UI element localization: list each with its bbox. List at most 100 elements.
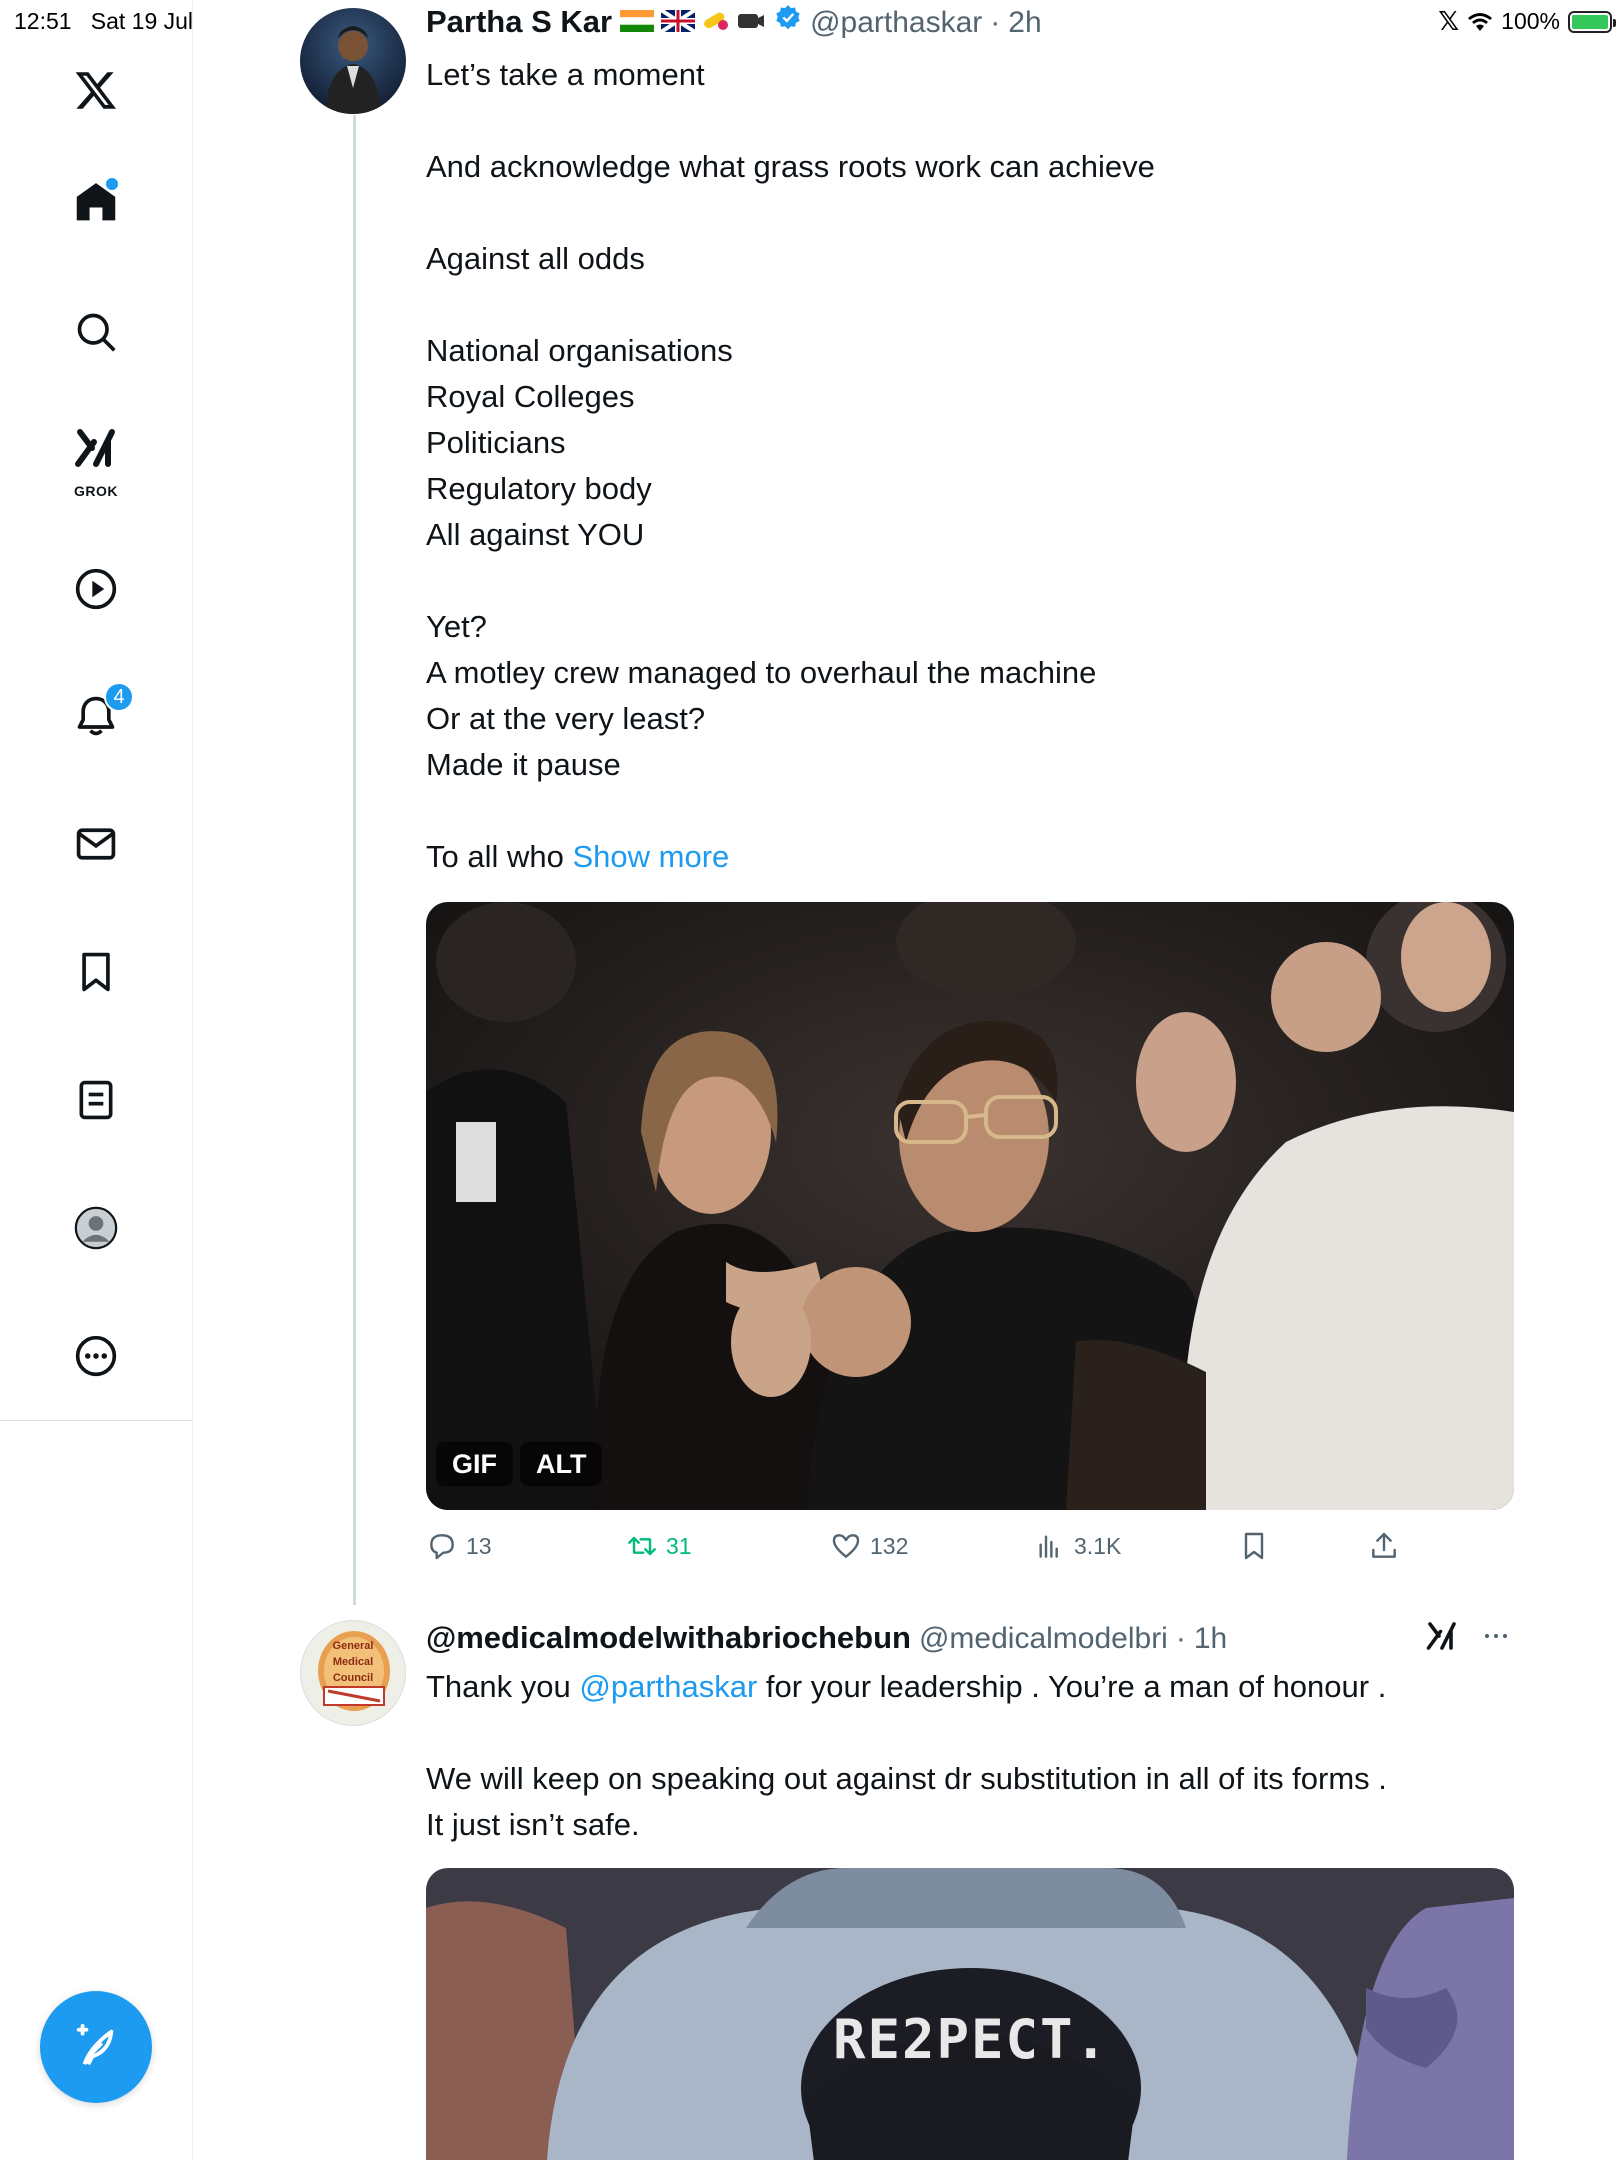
views-chart-icon <box>1039 1535 1058 1558</box>
sidebar-item-notifications[interactable]: 4 <box>66 682 134 746</box>
cap-text: RE2PECT. <box>832 2008 1110 2071</box>
views-button[interactable]: 3.1K <box>1034 1530 1121 1562</box>
status-indicators: 𝕏 100% <box>1438 6 1616 37</box>
tweet2-handle[interactable]: @medicalmodelbri <box>919 1622 1168 1656</box>
reply-icon <box>430 1534 454 1560</box>
tweet1-line <box>426 98 1506 144</box>
flag-emojis <box>620 8 766 39</box>
share-button[interactable] <box>1368 1530 1400 1562</box>
sidebar-item-video[interactable] <box>66 559 126 619</box>
profile-avatar-icon <box>74 1206 118 1250</box>
tweet1-line <box>426 788 1506 834</box>
tweet1-line: Against all odds <box>426 241 645 276</box>
tweet1-separator: · <box>990 6 1001 39</box>
list-icon <box>79 1080 113 1120</box>
more-horizontal-icon <box>1484 1633 1508 1639</box>
tweet1-handle[interactable]: @parthaskar <box>810 6 982 40</box>
avatar-text-line: Medical <box>332 1656 374 1668</box>
tweet1-action-bar: 13 31 132 3.1K <box>426 1530 1426 1574</box>
heart-icon <box>832 1534 860 1558</box>
tweet1-timestamp[interactable]: 2h <box>1008 6 1041 40</box>
bookmark-button[interactable] <box>1238 1530 1270 1562</box>
tweet2-timestamp[interactable]: 1h <box>1194 1622 1227 1656</box>
repost-count: 31 <box>666 1532 692 1559</box>
bookmark-icon <box>82 952 110 992</box>
tweet2-text: Thank you <box>426 1669 580 1704</box>
tweet2-text: for your leadership . You’re a man of ho… <box>757 1669 1387 1704</box>
grok-status-icon: 𝕏 <box>1438 6 1460 36</box>
home-unread-dot <box>106 178 118 190</box>
sidebar-item-bookmarks[interactable] <box>66 942 126 1002</box>
grok-icon <box>1426 1622 1456 1650</box>
thread-connector-line <box>353 115 356 1605</box>
pill-emoji-icon <box>704 12 729 30</box>
tweet1-line <box>426 190 1506 236</box>
tweet1-line: Or at the very least? <box>426 701 706 736</box>
tweet1-line: Yet? <box>426 609 487 644</box>
like-button[interactable]: 132 <box>830 1530 908 1562</box>
india-flag-icon <box>620 10 655 32</box>
compose-feather-icon <box>76 2024 114 2066</box>
gif-badge: GIF <box>436 1442 513 1486</box>
tweet1-header: Partha S Kar @parthaskar · 2h <box>426 4 1042 40</box>
tweet1-last-line: To all who Show more <box>426 834 1506 880</box>
gif-scene-illustration <box>426 902 1514 1510</box>
tweet1-line: Made it pause <box>426 747 621 782</box>
avatar-text-overlay: General Medical Council <box>318 1638 388 1698</box>
repost-icon <box>628 1536 656 1556</box>
play-circle-icon <box>75 568 117 610</box>
grok-explain-button[interactable] <box>1424 1618 1460 1659</box>
battery-percent: 100% <box>1501 8 1560 34</box>
tweet1-author-avatar[interactable] <box>300 8 406 114</box>
tweet1-line: Regulatory body <box>426 471 652 506</box>
tweet1-line <box>426 282 1506 328</box>
notifications-badge: 4 <box>104 682 134 712</box>
sidebar-item-profile[interactable] <box>66 1198 126 1258</box>
tweet2-more-button[interactable] <box>1478 1618 1514 1659</box>
mention-link[interactable]: @parthaskar <box>579 1669 757 1704</box>
reply-button[interactable]: 13 <box>426 1530 492 1562</box>
bookmark-icon <box>1244 1532 1264 1560</box>
tweet1-line: National organisations <box>426 333 733 368</box>
grok-icon <box>75 429 115 467</box>
sidebar-divider <box>0 1420 193 1421</box>
uk-flag-icon <box>659 8 696 34</box>
sidebar-item-search[interactable] <box>66 302 126 362</box>
wifi-icon <box>1468 12 1493 31</box>
tweet2-gif-media[interactable]: RE2PECT. <box>426 1868 1514 2160</box>
tweet1-body: Let’s take a moment And acknowledge what… <box>426 52 1506 880</box>
tweet1-line: Politicians <box>426 425 566 460</box>
like-count: 132 <box>870 1532 909 1559</box>
sidebar-item-grok[interactable]: GROK <box>66 425 126 499</box>
tweet2-separator: · <box>1175 1622 1186 1655</box>
compose-post-button[interactable] <box>40 1991 152 2103</box>
tweet1-line <box>426 558 1506 604</box>
alt-text-badge[interactable]: ALT <box>520 1442 603 1486</box>
show-more-link[interactable]: Show more <box>572 839 729 874</box>
tweet2-line: It just isn’t safe. <box>426 1807 640 1842</box>
tweet1-author-name[interactable]: Partha S Kar <box>426 4 612 40</box>
sidebar-item-home[interactable] <box>66 172 126 232</box>
tweet2-line: Thank you @parthaskar for your leadershi… <box>426 1664 1506 1710</box>
avatar-text-line: Council <box>332 1672 374 1684</box>
tweet2-blank-line <box>426 1710 1506 1756</box>
battery-icon <box>1568 10 1616 33</box>
tweet2-author-name[interactable]: @medicalmodelwithabriochebun <box>426 1620 911 1656</box>
sidebar-item-messages[interactable] <box>66 814 126 874</box>
mail-icon <box>76 828 116 860</box>
tweet2-body: Thank you @parthaskar for your leadershi… <box>426 1664 1506 1848</box>
repost-button[interactable]: 31 <box>626 1530 692 1562</box>
verified-badge-icon <box>776 5 800 30</box>
camera-emoji-icon <box>738 14 765 28</box>
sidebar-item-lists[interactable] <box>66 1070 126 1130</box>
tweet1-line: Let’s take a moment <box>426 57 705 92</box>
sidebar-item-more[interactable] <box>66 1326 126 1386</box>
tweet2-header: @medicalmodelwithabriochebun @medicalmod… <box>426 1620 1227 1656</box>
x-logo-icon[interactable] <box>66 60 126 120</box>
tweet1-gif-media[interactable]: GIF ALT <box>426 902 1514 1510</box>
tweet1-line: Royal Colleges <box>426 379 635 414</box>
tweet1-line: All against YOU <box>426 517 645 552</box>
grok-label: GROK <box>74 483 118 499</box>
search-icon <box>77 313 116 352</box>
share-icon <box>1372 1532 1396 1558</box>
